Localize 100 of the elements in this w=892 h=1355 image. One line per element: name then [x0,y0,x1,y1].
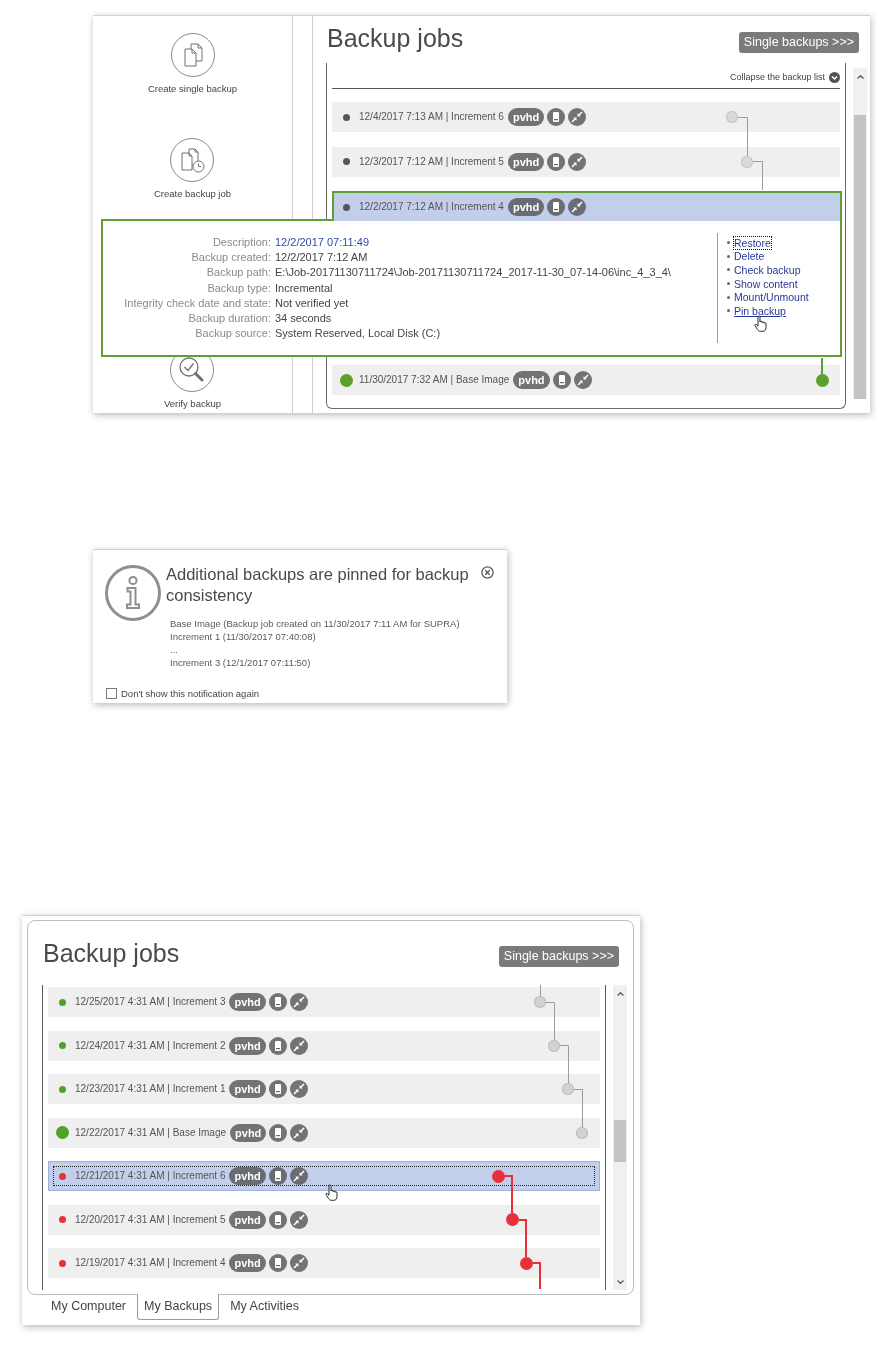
backup-row[interactable]: 12/2/2017 7:12 AM | Increment 4 pvhd [332,191,842,221]
chain-connector [519,1219,527,1257]
backup-entry-label: 12/24/2017 4:31 AM | Increment 2 [75,1039,226,1052]
backup-row[interactable]: 12/3/2017 7:12 AM | Increment 5 pvhd [332,146,840,177]
action-link[interactable]: Check backup [734,264,801,276]
drive-icon [268,1210,287,1229]
compress-arrows-icon [289,1254,308,1272]
compress-arrows-icon [568,108,587,126]
sidebar-item[interactable]: Create backup job [153,138,232,200]
backup-entry-label: 12/25/2017 4:31 AM | Increment 3 [75,996,226,1008]
backup-entry-label: 11/30/2017 7:32 AM | Base Image [359,374,510,386]
scrollbar[interactable] [853,68,867,399]
compress-arrows-icon [568,152,587,171]
field-label: Backup path: [205,265,271,281]
backup-entry-label: 12/23/2017 4:31 AM | Increment 1 [75,1083,226,1095]
action-link[interactable]: Restore [734,236,771,249]
tab[interactable]: My Backups [137,1294,220,1320]
field-label: Backup source: [194,326,271,342]
backup-row[interactable]: 12/20/2017 4:31 AM | Increment 5 pvhd [48,1204,600,1235]
backup-entry-label: 12/4/2017 7:13 AM | Increment 6 [359,111,504,123]
section-title: Backup jobs [327,23,464,53]
compress-arrows-icon [289,1167,308,1185]
format-badge: pvhd [513,371,550,389]
format-badge: pvhd [229,993,266,1011]
drive-icon [268,1254,287,1272]
documents-icon [170,33,215,77]
backup-row[interactable]: 12/22/2017 4:31 AM | Base Image pvhd [48,1117,600,1148]
scrollbar-thumb[interactable] [614,1120,626,1162]
documents-clock-icon [170,138,215,182]
compress-arrows-icon [568,198,587,216]
chain-connector [505,1175,513,1213]
backup-row[interactable]: 12/23/2017 4:31 AM | Increment 1 pvhd [48,1074,600,1104]
drive-icon [268,1036,287,1055]
drive-icon [269,1123,288,1142]
scroll-up-icon[interactable] [616,991,624,996]
chain-connector [738,117,748,156]
format-badge: pvhd [507,152,545,171]
field-label: Backup type: [206,280,271,296]
scrollbar[interactable] [613,985,627,1290]
compress-arrows-icon [289,993,308,1011]
backup-entry-label: 12/3/2017 7:12 AM | Increment 5 [359,155,504,168]
backup-entry-label: 12/19/2017 4:31 AM | Increment 4 [75,1257,226,1269]
tab[interactable]: My Computer [44,1294,134,1320]
single-backups-button[interactable]: Single backups >>> [738,32,859,53]
checkbox[interactable] [106,688,117,699]
chain-connector [533,1262,541,1289]
backup-row[interactable]: 12/24/2017 4:31 AM | Increment 2 pvhd [48,1030,600,1061]
scrollbar-thumb[interactable] [854,115,866,399]
scroll-down-icon[interactable] [616,1279,624,1284]
drive-icon [547,152,566,171]
format-badge: pvhd [229,1254,266,1272]
chain-connector [574,1089,583,1127]
drive-icon [268,1167,287,1185]
compress-arrows-icon [573,371,592,389]
backup-row[interactable]: 12/19/2017 4:31 AM | Increment 4 pvhd [48,1248,600,1278]
backup-row[interactable]: 12/25/2017 4:31 AM | Increment 3 pvhd [48,987,600,1017]
action-link[interactable]: Mount/Unmount [734,291,809,304]
drive-icon [268,993,287,1011]
field-value: Incremental [275,280,334,296]
chain-connector [753,161,763,190]
chain-connector [560,1045,569,1083]
bullet-icon [727,295,730,299]
detail-line: Increment 1 (11/30/2017 07:40:08) [170,630,317,643]
field-value: E:\Job-20171130711724\Job-20171130711724_2017-11-30_07-14-06\inc_4_3_4\ [275,265,672,281]
tab[interactable]: My Activities [223,1294,306,1320]
format-badge: pvhd [229,1080,266,1098]
field-link[interactable]: 12/2/2017 07:11:49 [275,235,717,251]
drive-icon [552,371,571,389]
backup-row[interactable]: 12/21/2017 4:31 AM | Increment 6 pvhd [48,1161,600,1191]
detail-line: ... [170,643,179,656]
backup-row[interactable]: 12/4/2017 7:13 AM | Increment 6 pvhd [332,102,840,132]
collapse-link[interactable]: Collapse the backup list [729,71,840,83]
drive-icon [547,198,566,216]
bullet-icon [727,309,730,313]
format-badge: pvhd [230,1123,267,1142]
close-icon[interactable] [481,566,494,579]
field-value: 12/2/2017 7:12 AM [275,250,369,266]
backup-row[interactable]: 11/30/2017 7:32 AM | Base Image pvhd [332,365,840,395]
compress-arrows-icon [289,1210,308,1229]
action-link[interactable]: Pin backup [734,304,786,317]
field-value: 34 seconds [275,311,333,326]
action-link[interactable]: Delete [734,250,765,263]
single-backups-button[interactable]: Single backups >>> [498,946,619,967]
field-label: Backup duration: [187,311,271,326]
action-link[interactable]: Show content [734,277,798,290]
format-badge: pvhd [507,198,545,216]
checkbox-label: Don't show this notification again [121,688,260,699]
compress-arrows-icon [290,1123,309,1142]
bullet-icon [727,282,730,286]
detail-line: Increment 3 (12/1/2017 07:11:50) [170,656,312,669]
format-badge: pvhd [229,1036,266,1055]
drive-icon [268,1080,287,1098]
info-icon [105,565,161,621]
compress-arrows-icon [289,1036,308,1055]
sidebar-item[interactable]: Create single backup [147,33,238,95]
bullet-icon [727,241,730,245]
scroll-up-icon[interactable] [856,74,864,79]
chain-connector [546,1002,555,1040]
compress-arrows-icon [289,1080,308,1098]
notification-title: Additional backups are pinned for backup consistency [166,564,470,606]
